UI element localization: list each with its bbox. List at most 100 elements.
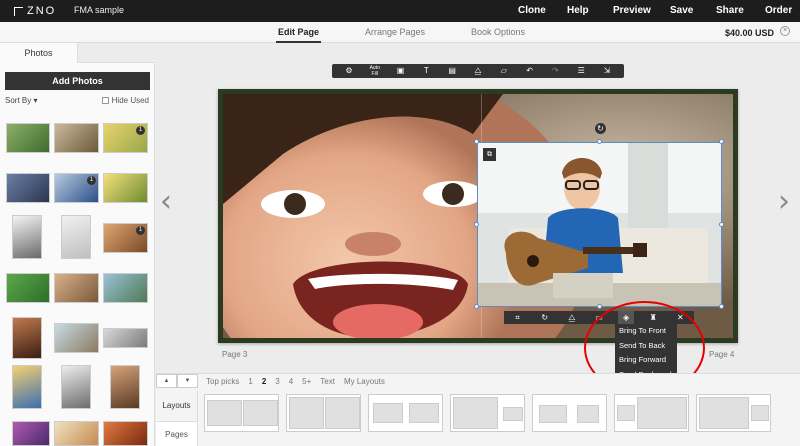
filter-4[interactable]: 4 [289, 377, 293, 386]
hide-used-checkbox[interactable]: Hide Used [101, 96, 149, 105]
page-label-left: Page 3 [222, 350, 248, 359]
tab-book-options[interactable]: Book Options [471, 27, 525, 37]
photo-thumbnail[interactable] [12, 215, 42, 259]
resize-handle[interactable] [474, 304, 479, 309]
photo-thumbnail[interactable] [103, 273, 148, 303]
layout-option[interactable] [614, 394, 689, 432]
redo-icon[interactable]: ↷ [547, 64, 563, 78]
tab-photos[interactable]: Photos [0, 43, 78, 63]
layout-box [409, 403, 439, 423]
add-photos-button[interactable]: Add Photos [5, 72, 150, 90]
swap-photo-icon[interactable]: ⧉ [483, 148, 496, 161]
checkbox-icon[interactable] [101, 97, 109, 104]
editor-tabs: Edit Page Arrange Pages Book Options $40… [0, 22, 800, 43]
crop-icon[interactable]: ⌗ [510, 311, 526, 324]
scroll-down-button[interactable]: ▼ [177, 374, 198, 388]
resize-handle[interactable] [474, 139, 479, 144]
layout-option[interactable] [286, 394, 361, 432]
undo-icon[interactable]: ↶ [522, 64, 538, 78]
project-name[interactable]: FMA sample [74, 5, 124, 15]
auto-fill-button[interactable]: Auto Fill [367, 65, 383, 77]
filter-1[interactable]: 1 [248, 377, 252, 386]
mirror-icon[interactable]: ⧋ [470, 64, 486, 78]
filter-2[interactable]: 2 [262, 377, 266, 386]
layer-icon[interactable]: ▤ [444, 64, 460, 78]
photo-thumbnail[interactable] [54, 273, 99, 303]
order-button[interactable]: Order [765, 5, 792, 16]
next-page-arrow[interactable]: › [778, 184, 790, 219]
photo-thumbnail[interactable] [61, 365, 91, 409]
photo-thumbnail[interactable] [61, 215, 91, 259]
resize-handle[interactable] [474, 222, 479, 227]
photo-thumbnail[interactable] [12, 365, 42, 409]
export-icon[interactable]: ⇲ [599, 64, 615, 78]
photo-thumbnail[interactable] [110, 365, 140, 409]
tab-layouts[interactable]: Layouts [156, 391, 198, 421]
previous-page-arrow[interactable]: ‹ [160, 184, 172, 219]
help-button[interactable]: Help [567, 5, 589, 16]
add-text-icon[interactable]: T [418, 64, 434, 78]
photo-thumbnail[interactable] [103, 328, 148, 348]
rotate-photo-icon[interactable]: ↻ [537, 311, 553, 324]
photo-thumbnail[interactable] [6, 123, 50, 153]
rotate-icon[interactable]: ↻ [595, 123, 606, 134]
resize-handle[interactable] [597, 139, 602, 144]
photo-thumbnail[interactable]: 1 [54, 173, 99, 203]
save-button[interactable]: Save [670, 5, 693, 16]
layout-box [577, 405, 599, 423]
settings-icon[interactable]: ⚙ [341, 64, 357, 78]
sort-by-dropdown[interactable]: Sort By ▾ [5, 96, 37, 105]
photo-thumbnail[interactable] [6, 273, 50, 303]
tab-edit-page[interactable]: Edit Page [275, 27, 322, 43]
photo-thumbnail[interactable] [54, 123, 99, 153]
clear-icon[interactable]: ☰ [573, 64, 589, 78]
filter-5-plus[interactable]: 5+ [302, 377, 311, 386]
resize-handle[interactable] [719, 139, 724, 144]
photo-thumbnail[interactable]: 1 [103, 223, 148, 253]
layout-box [325, 397, 360, 429]
add-image-icon[interactable]: ▣ [393, 64, 409, 78]
resize-handle[interactable] [719, 304, 724, 309]
photo-thumbnail[interactable] [12, 317, 42, 359]
clone-button[interactable]: Clone [518, 5, 546, 16]
filter-top-picks[interactable]: Top picks [206, 377, 239, 386]
photo-thumbnail[interactable] [12, 421, 50, 446]
photo-thumbnail[interactable] [54, 323, 99, 353]
top-bar: ZNO FMA sample Clone Help Preview Save S… [0, 0, 800, 22]
close-icon[interactable]: × [780, 26, 790, 36]
photos-sidebar: Photos Add Photos Sort By ▾ Hide Used 1 … [0, 43, 155, 446]
share-button[interactable]: Share [716, 5, 744, 16]
layout-option[interactable] [696, 394, 771, 432]
filter-text[interactable]: Text [320, 377, 335, 386]
layout-box [617, 405, 635, 421]
layout-option[interactable] [368, 394, 443, 432]
layout-option[interactable] [204, 394, 279, 432]
layout-box [699, 397, 749, 429]
filter-my-layouts[interactable]: My Layouts [344, 377, 385, 386]
price-label: $40.00 USD [724, 28, 774, 38]
guitar-boy-photo [478, 143, 721, 306]
layout-box [243, 400, 278, 426]
flip-icon[interactable]: ⧋ [564, 311, 580, 324]
layout-option[interactable] [532, 394, 607, 432]
sticker-icon[interactable]: ▱ [496, 64, 512, 78]
filter-3[interactable]: 3 [275, 377, 279, 386]
tab-empty[interactable] [78, 43, 155, 63]
selected-photo-frame[interactable] [477, 142, 722, 307]
tab-arrange-pages[interactable]: Arrange Pages [365, 27, 425, 37]
photo-thumbnail[interactable] [54, 421, 99, 446]
logo[interactable]: ZNO [14, 5, 56, 17]
photo-thumbnail[interactable] [103, 173, 148, 203]
preview-button[interactable]: Preview [613, 5, 651, 16]
photo-thumbnail[interactable] [6, 173, 50, 203]
resize-handle[interactable] [719, 222, 724, 227]
layout-option[interactable] [450, 394, 525, 432]
photo-thumbnail[interactable] [103, 421, 148, 446]
scroll-up-button[interactable]: ▲ [156, 374, 177, 388]
page-label-right: Page 4 [709, 350, 735, 359]
photo-thumbnail[interactable]: 1 [103, 123, 148, 153]
tab-pages[interactable]: Pages [156, 421, 198, 446]
layout-box [373, 403, 403, 423]
layout-box [289, 397, 324, 429]
resize-handle[interactable] [597, 304, 602, 309]
